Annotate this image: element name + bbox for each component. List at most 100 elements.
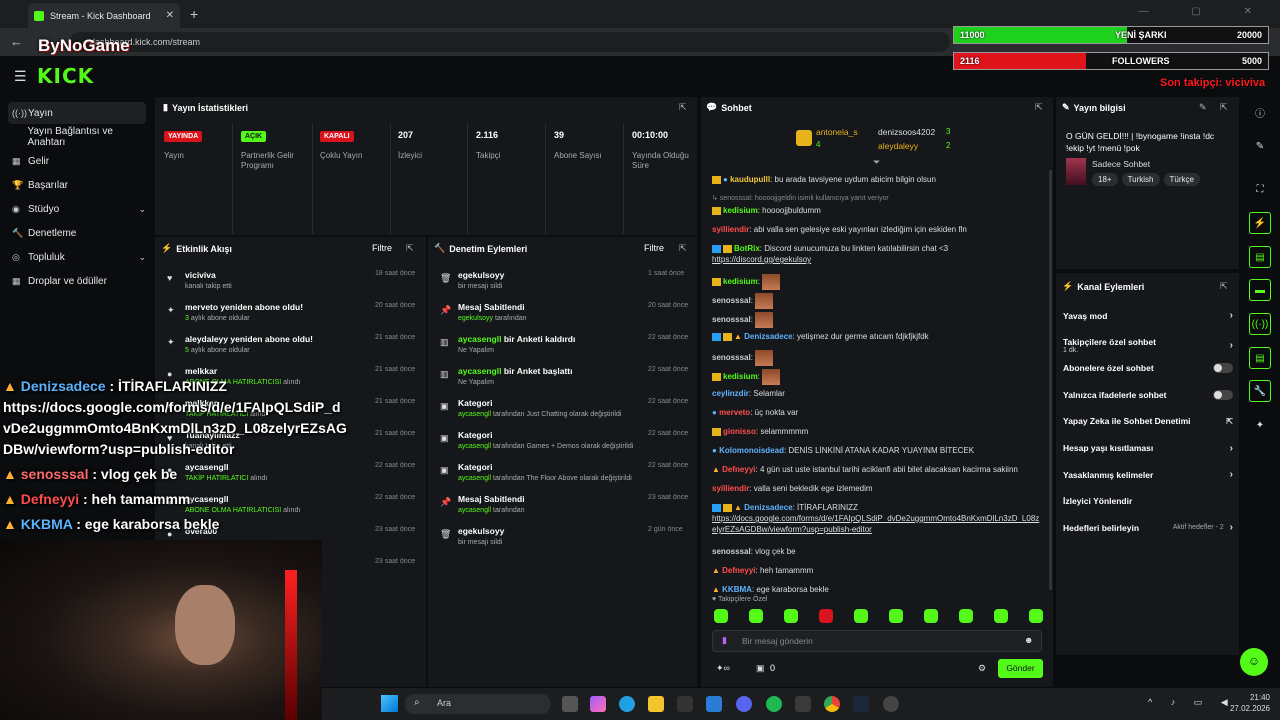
- emoji-icon[interactable]: ☻: [1024, 635, 1033, 645]
- folder-icon[interactable]: [648, 696, 664, 712]
- emote-icon[interactable]: [784, 609, 798, 623]
- send-button[interactable]: Gönder: [998, 659, 1043, 678]
- drops-icon[interactable]: ✦: [1249, 414, 1271, 436]
- feed-row-user[interactable]: aycasengll: [458, 334, 501, 344]
- channel-action-item[interactable]: Yavaş mod ›: [1063, 310, 1233, 321]
- list-icon[interactable]: ▤: [1249, 347, 1271, 369]
- wrench-icon[interactable]: 🔧: [1249, 380, 1271, 402]
- menu-icon[interactable]: ☰: [14, 68, 27, 85]
- channel-action-item[interactable]: Yapay Zeka ile Sohbet Denetimi ⇱: [1063, 416, 1233, 426]
- channel-action-item[interactable]: Hedefleri belirleyin Aktif hedefler - 2 ›: [1063, 522, 1233, 533]
- browser-tab[interactable]: Stream - Kick Dashboard ✕: [28, 3, 180, 28]
- chat-username[interactable]: gionisso: [723, 427, 756, 436]
- kick-logo[interactable]: KICK: [37, 64, 94, 88]
- steam-icon[interactable]: [853, 696, 869, 712]
- chat-link[interactable]: https://discord.gg/egekulsoy: [712, 254, 1042, 265]
- chat-username[interactable]: Defneyyi: [722, 566, 755, 575]
- chat-username[interactable]: kedisium: [723, 372, 758, 381]
- notes-icon[interactable]: ▤: [1249, 246, 1271, 268]
- popout-icon[interactable]: ⇱: [1035, 102, 1043, 113]
- popout-icon[interactable]: ⇱: [406, 243, 414, 254]
- chat-username[interactable]: kedisium: [723, 206, 758, 215]
- windows-start-icon[interactable]: [381, 695, 398, 712]
- chat-username[interactable]: syilliendir: [712, 484, 749, 493]
- activity-filter-button[interactable]: Filtre: [372, 243, 392, 253]
- chat-username[interactable]: senosssal: [712, 296, 751, 305]
- emote-icon[interactable]: [749, 609, 763, 623]
- tab-close-icon[interactable]: ✕: [166, 10, 174, 21]
- channel-action-item[interactable]: Abonelere özel sohbet: [1063, 363, 1233, 373]
- tag[interactable]: Türkçe: [1163, 173, 1200, 186]
- chat-username[interactable]: kaudupulll: [730, 175, 770, 184]
- emote-icon[interactable]: [1029, 609, 1043, 623]
- new-tab-button[interactable]: +: [190, 6, 198, 22]
- chat-username[interactable]: syilliendir: [712, 225, 749, 234]
- task-view-icon[interactable]: [562, 696, 578, 712]
- tag[interactable]: 18+: [1092, 173, 1118, 186]
- emote-icon[interactable]: [994, 609, 1008, 623]
- chat-username[interactable]: Kolomonoisdead: [719, 446, 784, 455]
- edge-icon[interactable]: [619, 696, 635, 712]
- info-icon[interactable]: ⓘ: [1249, 101, 1271, 123]
- tag[interactable]: Turkish: [1121, 173, 1160, 186]
- chat-username[interactable]: KKBMA: [722, 585, 752, 594]
- taskbar-clock[interactable]: 21:40 27.02.2026: [1222, 692, 1270, 714]
- obs-icon[interactable]: [883, 696, 899, 712]
- channel-action-item[interactable]: Takipçilere özel sohbet 1 dk. ›: [1063, 337, 1233, 354]
- top-user-2[interactable]: denizsoos4202: [878, 127, 935, 137]
- chat-link[interactable]: https://docs.google.com/forms/d/e/1FAIpQ…: [712, 513, 1042, 535]
- chat-username[interactable]: senosssal: [712, 547, 751, 556]
- chat-username[interactable]: merveto: [719, 408, 750, 417]
- toggle-switch[interactable]: [1213, 389, 1233, 400]
- fullscreen-icon[interactable]: ⛶: [1249, 178, 1271, 200]
- chat-username[interactable]: Defneyyi: [722, 465, 755, 474]
- channel-action-item[interactable]: Hesap yaşı kısıtlaması ›: [1063, 443, 1233, 454]
- sidebar-item-basarilar[interactable]: 🏆 Başarılar: [8, 174, 146, 196]
- sidebar-item-gelir[interactable]: ▦ Gelir: [8, 150, 146, 172]
- store-icon[interactable]: ▣: [756, 663, 765, 674]
- sidebar-item-denetleme[interactable]: 🔨 Denetleme: [8, 222, 146, 244]
- toggle-switch[interactable]: [1213, 363, 1233, 373]
- mic-icon[interactable]: ▮: [722, 635, 727, 646]
- window-controls[interactable]: — ▢ ✕: [1139, 6, 1272, 17]
- settings-gear-icon[interactable]: ⚙: [978, 663, 986, 674]
- store-icon[interactable]: [677, 696, 693, 712]
- emote-icon[interactable]: [924, 609, 938, 623]
- emote-icon[interactable]: [959, 609, 973, 623]
- copilot-icon[interactable]: [590, 696, 606, 712]
- popout-icon[interactable]: ⇱: [1220, 102, 1228, 113]
- top-user-1[interactable]: antonela_s: [816, 127, 858, 137]
- back-arrow-icon[interactable]: ←: [10, 34, 23, 49]
- chat-username[interactable]: BotRix: [734, 244, 760, 253]
- emote-icon[interactable]: [819, 609, 833, 623]
- spotify-icon[interactable]: [766, 696, 782, 712]
- moderation-filter-button[interactable]: Filtre: [644, 243, 664, 253]
- feed-row-user[interactable]: aycasengll: [458, 366, 501, 376]
- sidebar-item-topluluk[interactable]: ◎ Topluluk ⌄: [8, 246, 146, 268]
- top-user-3[interactable]: aleydaleyy: [878, 141, 918, 151]
- chat-username[interactable]: senosssal: [712, 315, 751, 324]
- channel-action-item[interactable]: Yalnızca ifadelerle sohbet: [1063, 389, 1233, 400]
- app-icon[interactable]: [795, 696, 811, 712]
- edit-icon[interactable]: ✎: [1199, 102, 1207, 113]
- popout-icon[interactable]: ⇱: [1220, 281, 1228, 292]
- kick-points-icon[interactable]: ✦∞: [716, 663, 730, 674]
- sidebar-item-stream-key[interactable]: Yayın Bağlantısı ve Anahtarı: [8, 126, 146, 148]
- chat-icon[interactable]: ▬: [1249, 279, 1271, 301]
- chat-username[interactable]: senosssal: [712, 353, 751, 362]
- chat-username[interactable]: ceylinzdir: [712, 389, 749, 398]
- chat-username[interactable]: kedisium: [723, 277, 758, 286]
- chat-username[interactable]: Denizsadece: [744, 503, 792, 512]
- channel-action-item[interactable]: İzleyici Yönlendir: [1063, 496, 1233, 506]
- emote-icon[interactable]: [854, 609, 868, 623]
- sidebar-item-studyo[interactable]: ◉ Stüdyo ⌄: [8, 198, 146, 220]
- chat-username[interactable]: Denizsadece: [744, 332, 792, 341]
- channel-action-item[interactable]: Yasaklanmış kelimeler ›: [1063, 469, 1233, 480]
- broadcast-icon[interactable]: ((·)): [1249, 313, 1271, 335]
- url-input[interactable]: dashboard.kick.com/stream: [70, 32, 950, 52]
- sidebar-item-droplar[interactable]: ▦ Droplar ve ödüller: [8, 270, 146, 292]
- emote-icon[interactable]: [714, 609, 728, 623]
- bolt-icon[interactable]: ⚡: [1249, 212, 1271, 234]
- category-name[interactable]: Sadece Sohbet: [1092, 159, 1150, 169]
- expand-chevron-icon[interactable]: ⏷: [873, 157, 880, 168]
